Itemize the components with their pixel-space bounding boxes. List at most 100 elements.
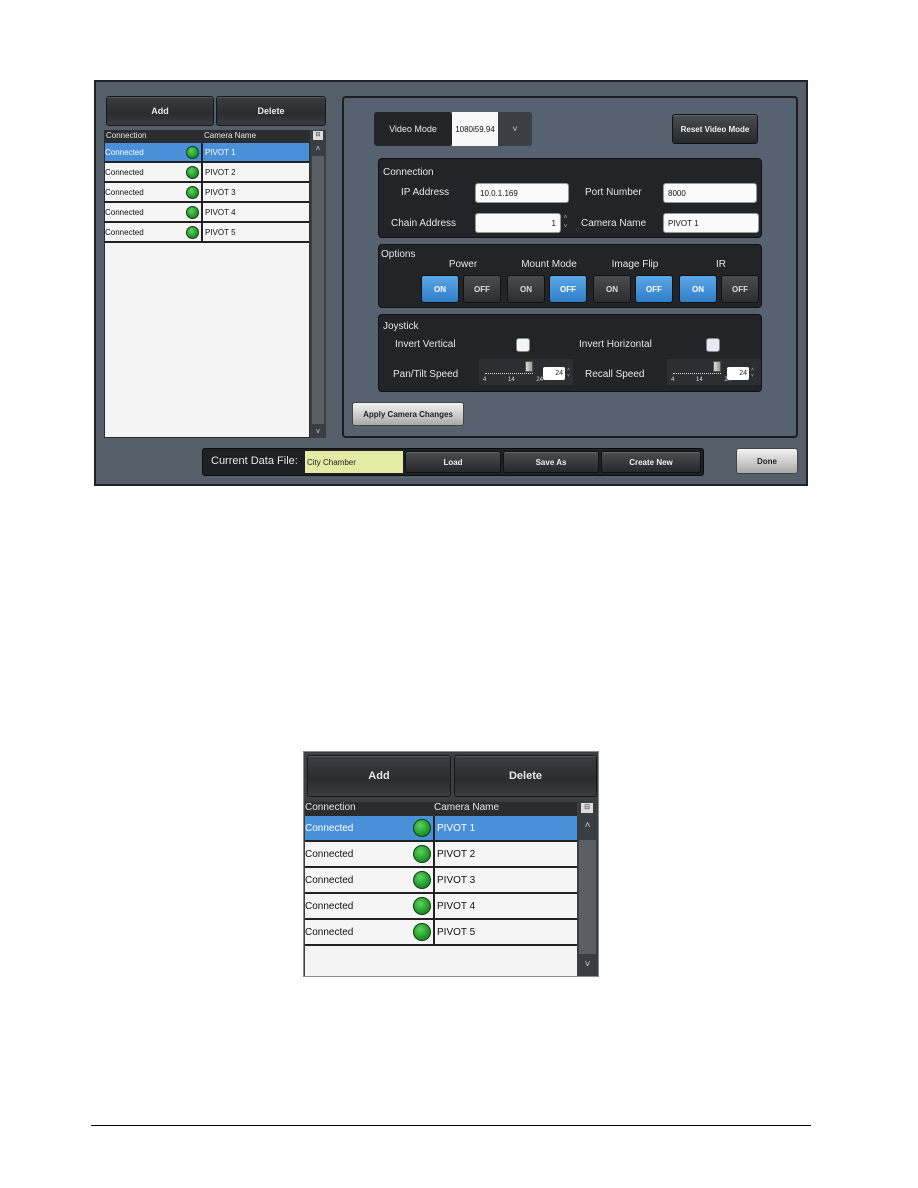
camera-list-row[interactable]: Connected PIVOT 5 [305, 920, 577, 946]
connection-cell: Connected [105, 223, 203, 241]
add-camera-button[interactable]: Add [106, 96, 214, 126]
camera-list-detail-scrollbar[interactable]: ⊟ ˄ ˅ [577, 802, 598, 976]
chain-address-input[interactable]: 1 [475, 213, 561, 233]
port-number-input[interactable]: 8000 [663, 183, 757, 203]
camera-list-row[interactable]: Connected PIVOT 5 [105, 223, 309, 243]
connection-cell: Connected [305, 868, 435, 892]
ir-off-button[interactable]: OFF [721, 275, 759, 303]
camera-list-row[interactable]: Connected PIVOT 1 [305, 816, 577, 842]
connection-status-text: Connected [105, 187, 144, 197]
recall-slider-thumb[interactable] [713, 361, 721, 372]
connection-status-text: Connected [305, 874, 354, 886]
camera-name-cell: PIVOT 3 [205, 187, 236, 197]
port-number-label: Port Number [585, 187, 642, 198]
recall-speed-spinner[interactable]: ˄ ˅ [749, 367, 756, 380]
camera-list-row[interactable]: Connected PIVOT 3 [105, 183, 309, 203]
connection-cell: Connected [105, 203, 203, 221]
mount-mode-off-button[interactable]: OFF [549, 275, 587, 303]
connection-status-text: Connected [305, 900, 354, 912]
camera-list-row[interactable]: Connected PIVOT 1 [105, 143, 309, 163]
connection-cell: Connected [105, 183, 203, 201]
camera-name-input[interactable]: PIVOT 1 [663, 213, 759, 233]
recall-speed-label: Recall Speed [585, 369, 645, 380]
camera-settings-panel: Video Mode 1080i59.94 ˅ Reset Video Mode… [342, 96, 798, 438]
pan-tilt-speed-label: Pan/Tilt Speed [393, 369, 459, 380]
invert-vertical-label: Invert Vertical [395, 339, 456, 350]
done-button[interactable]: Done [736, 448, 798, 474]
camera-name-cell: PIVOT 1 [205, 147, 236, 157]
ip-address-input[interactable]: 10.0.1.169 [475, 183, 569, 203]
video-mode-dropdown-icon[interactable]: ˅ [498, 112, 532, 146]
connection-status-text: Connected [105, 147, 144, 157]
green-dot-icon [413, 845, 431, 863]
connection-status-text: Connected [105, 167, 144, 177]
current-data-file-label: Current Data File: [211, 455, 298, 467]
camera-name-cell: PIVOT 1 [437, 822, 476, 834]
column-chooser-icon[interactable]: ⊟ [313, 131, 323, 140]
camera-list-row[interactable]: Connected PIVOT 4 [305, 894, 577, 920]
column-header-connection[interactable]: Connection [105, 131, 203, 143]
invert-vertical-checkbox[interactable] [516, 338, 530, 352]
column-header-camera-name[interactable]: Camera Name [203, 131, 256, 143]
create-new-button[interactable]: Create New [601, 451, 701, 473]
invert-horizontal-label: Invert Horizontal [579, 339, 652, 350]
pan-tilt-speed-value[interactable]: 24 [543, 367, 565, 380]
camera-list: Connection Camera Name Connected PIVOT 1C… [104, 130, 310, 438]
connection-cell: Connected [305, 894, 435, 918]
connection-status-text: Connected [305, 848, 354, 860]
options-title: Options [381, 249, 416, 260]
scroll-down-icon[interactable]: ˅ [577, 959, 598, 970]
page-footer-rule [91, 1125, 811, 1126]
options-group: Options Power ON OFF Mount Mode ON OFF Image F… [378, 244, 762, 308]
column-header-connection[interactable]: Connection [305, 802, 434, 816]
video-mode-label: Video Mode [374, 112, 452, 146]
camera-name-cell: PIVOT 3 [437, 874, 476, 886]
camera-list-row[interactable]: Connected PIVOT 4 [105, 203, 309, 223]
delete-camera-button-detail[interactable]: Delete [454, 755, 597, 797]
video-mode-select[interactable]: 1080i59.94 [452, 112, 498, 146]
save-as-button[interactable]: Save As [503, 451, 599, 473]
scroll-down-icon[interactable]: ˅ [310, 427, 326, 436]
joystick-title: Joystick [383, 321, 419, 332]
green-dot-icon [413, 819, 431, 837]
green-dot-icon [186, 145, 199, 159]
recall-speed-value[interactable]: 24 [727, 367, 749, 380]
connection-title: Connection [383, 167, 434, 178]
column-chooser-icon[interactable]: ⊟ [581, 803, 593, 813]
option-label-mount-mode: Mount Mode [521, 259, 577, 270]
option-label-power: Power [448, 259, 478, 270]
chain-address-spinner[interactable]: ˄ ˅ [562, 214, 569, 232]
scroll-up-icon[interactable]: ˄ [310, 144, 326, 153]
pan-tilt-speed-spinner[interactable]: ˄ ˅ [565, 367, 572, 380]
green-dot-icon [186, 225, 199, 239]
option-label-image-flip: Image Flip [611, 259, 659, 270]
camera-list-scrollbar[interactable]: ⊟ ˄ ˅ [310, 130, 326, 438]
joystick-group: Joystick Invert Vertical Invert Horizont… [378, 314, 762, 392]
pan-tilt-slider-thumb[interactable] [525, 361, 533, 372]
invert-horizontal-checkbox[interactable] [706, 338, 720, 352]
ir-on-button[interactable]: ON [679, 275, 717, 303]
connection-cell: Connected [305, 816, 435, 840]
power-off-button[interactable]: OFF [463, 275, 501, 303]
image-flip-off-button[interactable]: OFF [635, 275, 673, 303]
apply-camera-changes-button[interactable]: Apply Camera Changes [352, 402, 464, 426]
column-header-camera-name[interactable]: Camera Name [434, 802, 499, 816]
green-dot-icon [186, 165, 199, 179]
connection-cell: Connected [305, 920, 435, 944]
camera-list-row[interactable]: Connected PIVOT 2 [105, 163, 309, 183]
connection-status-text: Connected [105, 227, 144, 237]
power-on-button[interactable]: ON [421, 275, 459, 303]
green-dot-icon [413, 871, 431, 889]
connection-group: Connection IP Address 10.0.1.169 Port Nu… [378, 158, 762, 238]
load-button[interactable]: Load [405, 451, 501, 473]
reset-video-mode-button[interactable]: Reset Video Mode [672, 114, 758, 144]
scroll-up-icon[interactable]: ˄ [577, 820, 598, 831]
current-data-file-value[interactable]: City Chamber [305, 451, 403, 473]
delete-camera-button[interactable]: Delete [216, 96, 326, 126]
add-camera-button-detail[interactable]: Add [307, 755, 451, 797]
camera-name-cell: PIVOT 4 [205, 207, 236, 217]
image-flip-on-button[interactable]: ON [593, 275, 631, 303]
camera-list-row[interactable]: Connected PIVOT 2 [305, 842, 577, 868]
camera-list-row[interactable]: Connected PIVOT 3 [305, 868, 577, 894]
mount-mode-on-button[interactable]: ON [507, 275, 545, 303]
